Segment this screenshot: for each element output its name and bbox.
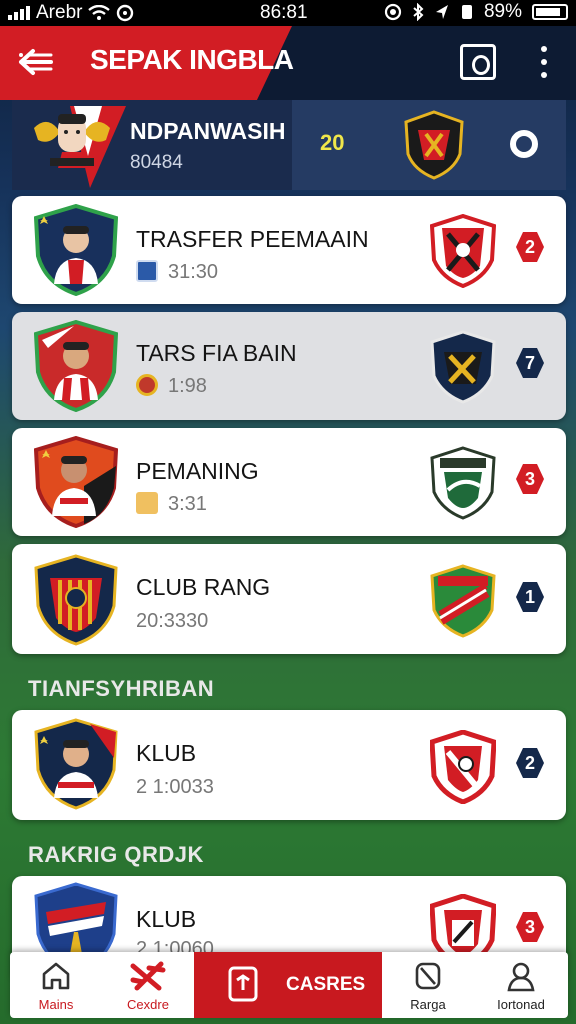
club-crest [430, 564, 496, 638]
data-icon [461, 5, 472, 19]
item-subtitle: 1:98 [136, 374, 207, 398]
wifi-icon [88, 5, 111, 20]
club-crest [430, 730, 496, 804]
carrier-label: Arebr [36, 2, 83, 23]
nav-item-cexdre[interactable]: Cexdre [102, 952, 194, 1018]
item-title: CLUB RANG [136, 574, 271, 600]
player-avatar [34, 204, 118, 296]
rank-badge: 3 [516, 912, 544, 942]
bottom-nav: Mains Cexdre CASRES Rarga Iortonad [10, 952, 568, 1018]
location-icon [117, 4, 134, 22]
player-avatar [34, 436, 118, 528]
club-avatar [34, 554, 118, 646]
clock: 86:81 [260, 2, 308, 23]
club-crest [404, 110, 464, 180]
item-title: TRASFER PEEMAAIN [136, 226, 369, 252]
nav-item-mains[interactable]: Mains [10, 952, 102, 1018]
list-item[interactable]: PEMANING 3:31 3 [12, 428, 566, 536]
battery-percent: 89% [483, 1, 522, 22]
item-title: KLUB [136, 740, 197, 766]
battery-icon [532, 4, 568, 20]
club-crest [430, 330, 496, 404]
club-score: 20 [320, 130, 345, 155]
rank-badge: 7 [516, 348, 544, 378]
player-avatar [34, 718, 118, 810]
page-title: SEPAK INGBLA [90, 44, 294, 75]
club-code: 80484 [130, 152, 183, 173]
item-title: PEMANING [136, 458, 259, 484]
calendar-icon [136, 260, 158, 282]
nav-item-rarga[interactable]: Rarga [382, 952, 474, 1018]
player-avatar [34, 320, 118, 412]
status-bar: Arebr 86:81 89% [0, 0, 576, 26]
item-title: TARS FIA BAIN [136, 340, 297, 366]
section-title-ranking: RAKRIG QRDJK [28, 842, 204, 867]
alarm-icon [384, 3, 402, 21]
item-subtitle: 20:3330 [136, 610, 209, 632]
club-name: NDPANWASIH [130, 118, 286, 144]
section-title-transfer: TIANFSYHRIBAN [28, 676, 215, 701]
document-icon [228, 966, 258, 1002]
club-crest [430, 446, 496, 520]
trophy-icon [136, 492, 158, 514]
item-subtitle: 3:31 [136, 492, 207, 516]
back-button[interactable] [14, 40, 58, 84]
nav-item-casres[interactable]: CASRES [194, 952, 382, 1018]
list-item[interactable]: TRASFER PEEMAAIN 31:30 2 [12, 196, 566, 304]
navigation-icon [435, 5, 448, 19]
app-bar: SEPAK INGBLA [0, 26, 576, 100]
cast-button[interactable] [460, 44, 496, 80]
item-subtitle: 2 1:0033 [136, 776, 214, 798]
back-arrow-icon [19, 49, 53, 75]
item-subtitle: 31:30 [136, 260, 218, 284]
rank-badge: 2 [516, 748, 544, 778]
cross-icon [130, 961, 166, 991]
list-item[interactable]: TARS FIA BAIN 1:98 7 [12, 312, 566, 420]
club-crest [430, 214, 496, 288]
home-icon [42, 962, 70, 990]
club-mascot-logo [34, 106, 126, 188]
featured-club-banner[interactable]: NDPANWASIH 80484 20 [12, 100, 566, 190]
tag-icon [415, 962, 441, 990]
item-title: KLUB [136, 906, 197, 932]
rank-badge: 3 [516, 464, 544, 494]
toggle-indicator[interactable] [510, 130, 538, 158]
signal-icon [8, 6, 30, 20]
list-item[interactable]: CLUB RANG 20:3330 1 [12, 544, 566, 654]
rank-badge: 2 [516, 232, 544, 262]
nav-item-iortonad[interactable]: Iortonad [474, 952, 568, 1018]
list-item[interactable]: KLUB 2 1:0033 2 [12, 710, 566, 820]
club-small-icon [136, 374, 158, 396]
profile-icon [507, 962, 535, 992]
rank-badge: 1 [516, 582, 544, 612]
more-menu-button[interactable] [530, 42, 558, 82]
bluetooth-icon [413, 3, 424, 21]
